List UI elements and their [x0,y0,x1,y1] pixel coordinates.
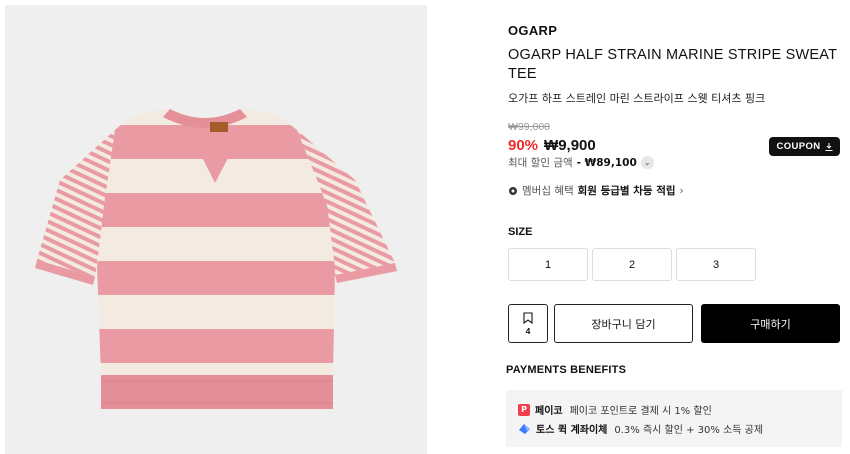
product-image [5,5,427,454]
discount-rate: 90% [508,137,539,154]
max-discount-value: - ₩89,100 [576,156,637,169]
sale-price: ₩9,900 [544,137,596,154]
payment-name: 토스 퀵 계좌이체 [536,425,608,436]
payments-label: PAYMENTS BENEFITS [506,364,627,376]
payments-benefits-box: P 페이코 페이코 포인트로 결제 시 1% 할인 토스 퀵 계좌이체 0.3%… [506,390,842,447]
price-row: 90% ₩9,900 [508,137,596,154]
payment-desc: 0.3% 즉시 할인 + 30% 소득 공제 [614,425,764,436]
bookmark-icon [523,311,533,324]
coupon-button[interactable]: COUPON [769,137,840,156]
gear-icon [509,186,517,195]
size-option-2[interactable]: 2 [592,248,672,281]
payment-desc: 페이코 포인트로 결제 시 1% 할인 [569,406,712,417]
payment-benefit-payco: P 페이코 페이코 포인트로 결제 시 1% 할인 [518,400,842,419]
product-subtitle: 오가프 하프 스트레인 마린 스트라이프 스웻 티셔츠 핑크 [508,92,766,105]
max-discount: 최대 할인 금액 - ₩89,100 ⌄ [508,155,654,170]
striped-tee-illustration [35,109,397,409]
membership-link: 회원 등급별 차등 적립 [577,185,676,197]
size-label: SIZE [508,226,533,238]
membership-label: 멤버십 혜택 [522,185,574,197]
coupon-label: COUPON [776,141,821,152]
payco-icon: P [518,403,530,416]
wishlist-count: 4 [525,325,531,336]
brand-name[interactable]: OGARP [508,23,557,38]
max-discount-label: 최대 할인 금액 [508,157,573,169]
original-price: ₩99,000 [508,121,551,133]
chevron-down-icon[interactable]: ⌄ [640,156,654,169]
size-option-1[interactable]: 1 [508,248,588,281]
membership-benefit[interactable]: 멤버십 혜택 회원 등급별 차등 적립 › [508,183,684,198]
add-to-cart-button[interactable]: 장바구니 담기 [554,304,693,343]
product-title: OGARP HALF STRAIN MARINE STRIPE SWEAT TE… [508,47,837,82]
toss-icon [519,423,530,434]
payment-benefit-toss: 토스 퀵 계좌이체 0.3% 즉시 할인 + 30% 소득 공제 [518,419,842,438]
wishlist-button[interactable]: 4 [508,304,548,343]
chevron-right-icon: › [679,184,684,197]
buy-now-button[interactable]: 구매하기 [701,304,840,343]
payment-name: 페이코 [535,406,563,417]
size-option-3[interactable]: 3 [676,248,756,281]
download-icon [825,142,833,151]
